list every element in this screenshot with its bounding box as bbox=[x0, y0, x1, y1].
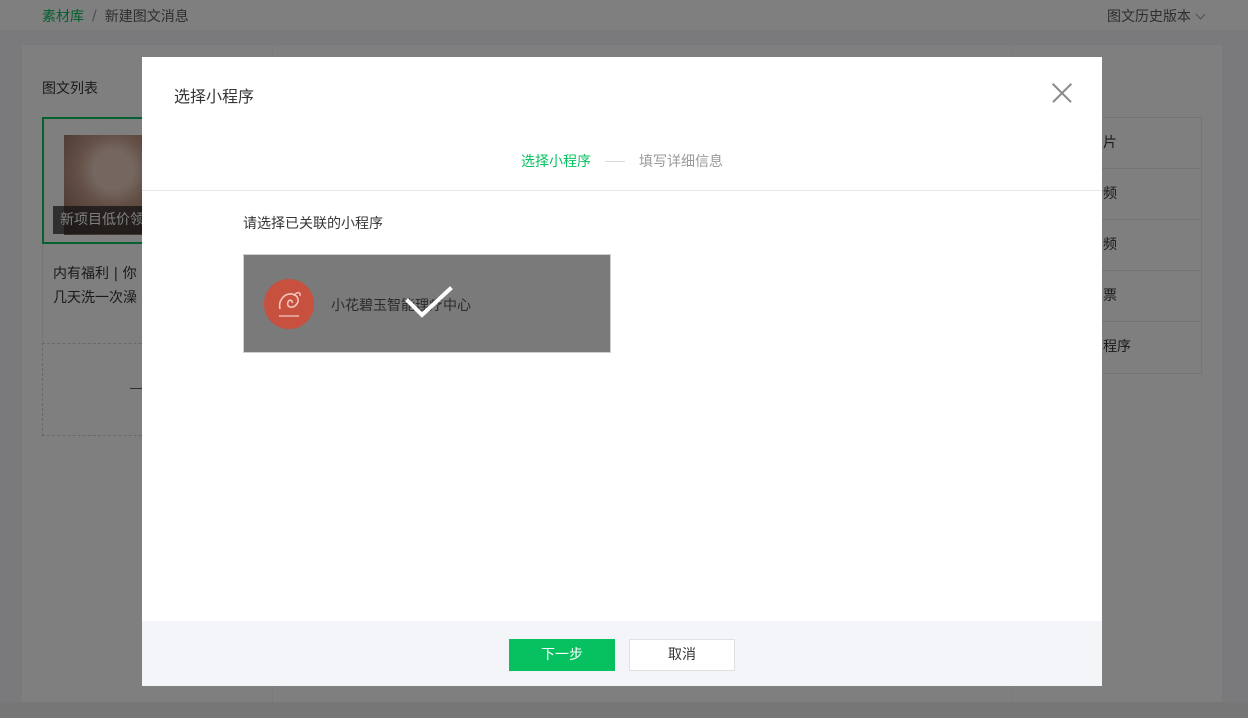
dialog-title: 选择小程序 bbox=[174, 87, 255, 106]
miniprogram-card[interactable]: 小花碧玉智能理疗中心 bbox=[243, 254, 611, 353]
app-logo bbox=[264, 279, 314, 329]
step-fill-details: 填写详细信息 bbox=[639, 154, 723, 170]
step-indicator: 选择小程序 填写详细信息 bbox=[142, 151, 1102, 171]
dialog-footer: 下一步 取消 bbox=[142, 621, 1102, 686]
close-icon[interactable] bbox=[1052, 83, 1072, 103]
select-miniprogram-dialog: 选择小程序 选择小程序 填写详细信息 请选择已关联的小程序 小花碧玉智能理疗中心… bbox=[142, 57, 1102, 686]
next-step-button[interactable]: 下一步 bbox=[509, 639, 615, 671]
steps-divider bbox=[142, 190, 1102, 191]
check-icon bbox=[405, 286, 453, 318]
select-prompt: 请选择已关联的小程序 bbox=[243, 216, 383, 232]
step-select-miniprogram: 选择小程序 bbox=[521, 154, 591, 170]
cancel-button[interactable]: 取消 bbox=[629, 639, 735, 671]
step-connector bbox=[605, 160, 625, 162]
